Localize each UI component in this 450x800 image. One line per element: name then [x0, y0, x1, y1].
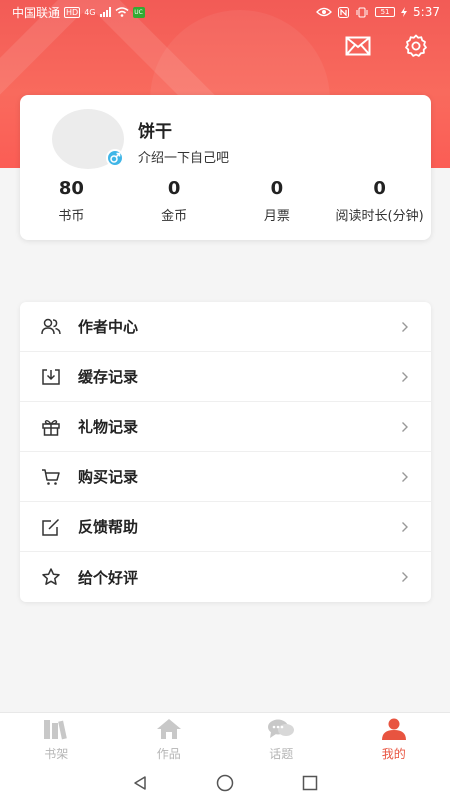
stat-value: 80 — [58, 178, 84, 199]
back-button[interactable] — [132, 775, 148, 791]
stat-book-coins[interactable]: 80 书币 — [20, 177, 123, 227]
stat-label: 书币 — [58, 209, 85, 224]
hd-badge: HD — [64, 6, 81, 18]
bottom-tab-bar: 书架 作品 话题 我的 — [0, 712, 450, 766]
home-button[interactable] — [216, 774, 234, 792]
chevron-right-icon — [399, 321, 411, 333]
download-icon — [40, 366, 62, 388]
tab-label: 作品 — [156, 747, 181, 761]
system-nav-bar — [0, 766, 450, 800]
nfc-icon — [338, 6, 350, 18]
chevron-right-icon — [399, 571, 411, 583]
male-gender-icon — [106, 149, 124, 167]
users-icon — [40, 316, 62, 338]
stat-label: 阅读时长(分钟) — [335, 209, 424, 224]
settings-button[interactable] — [402, 32, 430, 60]
chevron-right-icon — [399, 371, 411, 383]
home-icon — [155, 717, 183, 741]
chevron-right-icon — [399, 521, 411, 533]
recents-button[interactable] — [302, 775, 318, 791]
carrier-text: 中国联通 — [12, 5, 61, 20]
menu-item-cache-records[interactable]: 缓存记录 — [20, 352, 431, 402]
signal-icon — [99, 7, 111, 17]
menu-item-gift-records[interactable]: 礼物记录 — [20, 402, 431, 452]
clock-text: 5:37 — [413, 5, 440, 19]
menu-item-purchase-records[interactable]: 购买记录 — [20, 452, 431, 502]
tab-works[interactable]: 作品 — [113, 713, 226, 766]
mail-button[interactable] — [344, 32, 372, 60]
menu-item-label: 缓存记录 — [78, 368, 139, 386]
eye-icon — [316, 7, 332, 17]
menu-item-feedback-help[interactable]: 反馈帮助 — [20, 502, 431, 552]
menu-list: 作者中心 缓存记录 礼物记录 购买记录 反馈帮助 给个好评 — [20, 302, 431, 602]
menu-item-label: 礼物记录 — [78, 418, 139, 436]
menu-item-label: 反馈帮助 — [78, 518, 139, 536]
chevron-right-icon — [399, 471, 411, 483]
chevron-right-icon — [399, 421, 411, 433]
battery-icon: 51 — [375, 7, 396, 17]
home-circle-icon — [216, 774, 234, 792]
menu-item-author-center[interactable]: 作者中心 — [20, 302, 431, 352]
tab-label: 我的 — [381, 747, 406, 761]
stats-row: 80 书币 0 金币 0 月票 0 阅读时长(分钟) — [20, 177, 431, 227]
stat-value: 0 — [270, 178, 284, 199]
tab-topics[interactable]: 话题 — [225, 713, 338, 766]
tab-bookshelf[interactable]: 书架 — [0, 713, 113, 766]
user-icon — [380, 717, 408, 741]
stat-label: 金币 — [161, 209, 188, 224]
stat-reading-time[interactable]: 0 阅读时长(分钟) — [328, 177, 431, 227]
back-triangle-icon — [134, 776, 146, 790]
status-bar: 中国联通 HD 4G UC 51 5:37 — [0, 0, 450, 24]
settings-icon — [405, 34, 427, 57]
star-icon — [40, 566, 62, 588]
stat-label: 月票 — [263, 209, 290, 224]
wifi-icon — [115, 7, 128, 17]
bookshelf-icon — [42, 717, 70, 741]
charging-icon — [401, 7, 408, 17]
stat-gold-coins[interactable]: 0 金币 — [123, 177, 226, 227]
tab-label: 书架 — [44, 747, 69, 761]
app-notification-icon: UC — [132, 6, 145, 18]
network-text: 4G — [84, 7, 96, 17]
user-bio[interactable]: 介绍一下自己吧 — [138, 147, 229, 166]
profile-card: 饼干 介绍一下自己吧 80 书币 0 金币 0 月票 0 阅读时长(分钟) — [20, 95, 431, 240]
stat-value: 0 — [373, 178, 386, 199]
stat-monthly-tickets[interactable]: 0 月票 — [226, 177, 329, 227]
menu-item-label: 作者中心 — [78, 318, 139, 336]
menu-item-rate-app[interactable]: 给个好评 — [20, 552, 431, 602]
username[interactable]: 饼干 — [138, 117, 172, 142]
tab-label: 话题 — [269, 747, 294, 761]
gift-icon — [40, 416, 62, 438]
recents-square-icon — [302, 775, 318, 791]
edit-icon — [40, 516, 62, 538]
tab-mine[interactable]: 我的 — [338, 713, 450, 766]
menu-item-label: 购买记录 — [78, 468, 139, 486]
chat-icon — [267, 717, 295, 741]
menu-item-label: 给个好评 — [78, 568, 139, 587]
vibrate-icon — [356, 7, 368, 17]
cart-icon — [40, 466, 62, 488]
mail-icon — [345, 36, 371, 56]
stat-value: 0 — [167, 178, 181, 199]
